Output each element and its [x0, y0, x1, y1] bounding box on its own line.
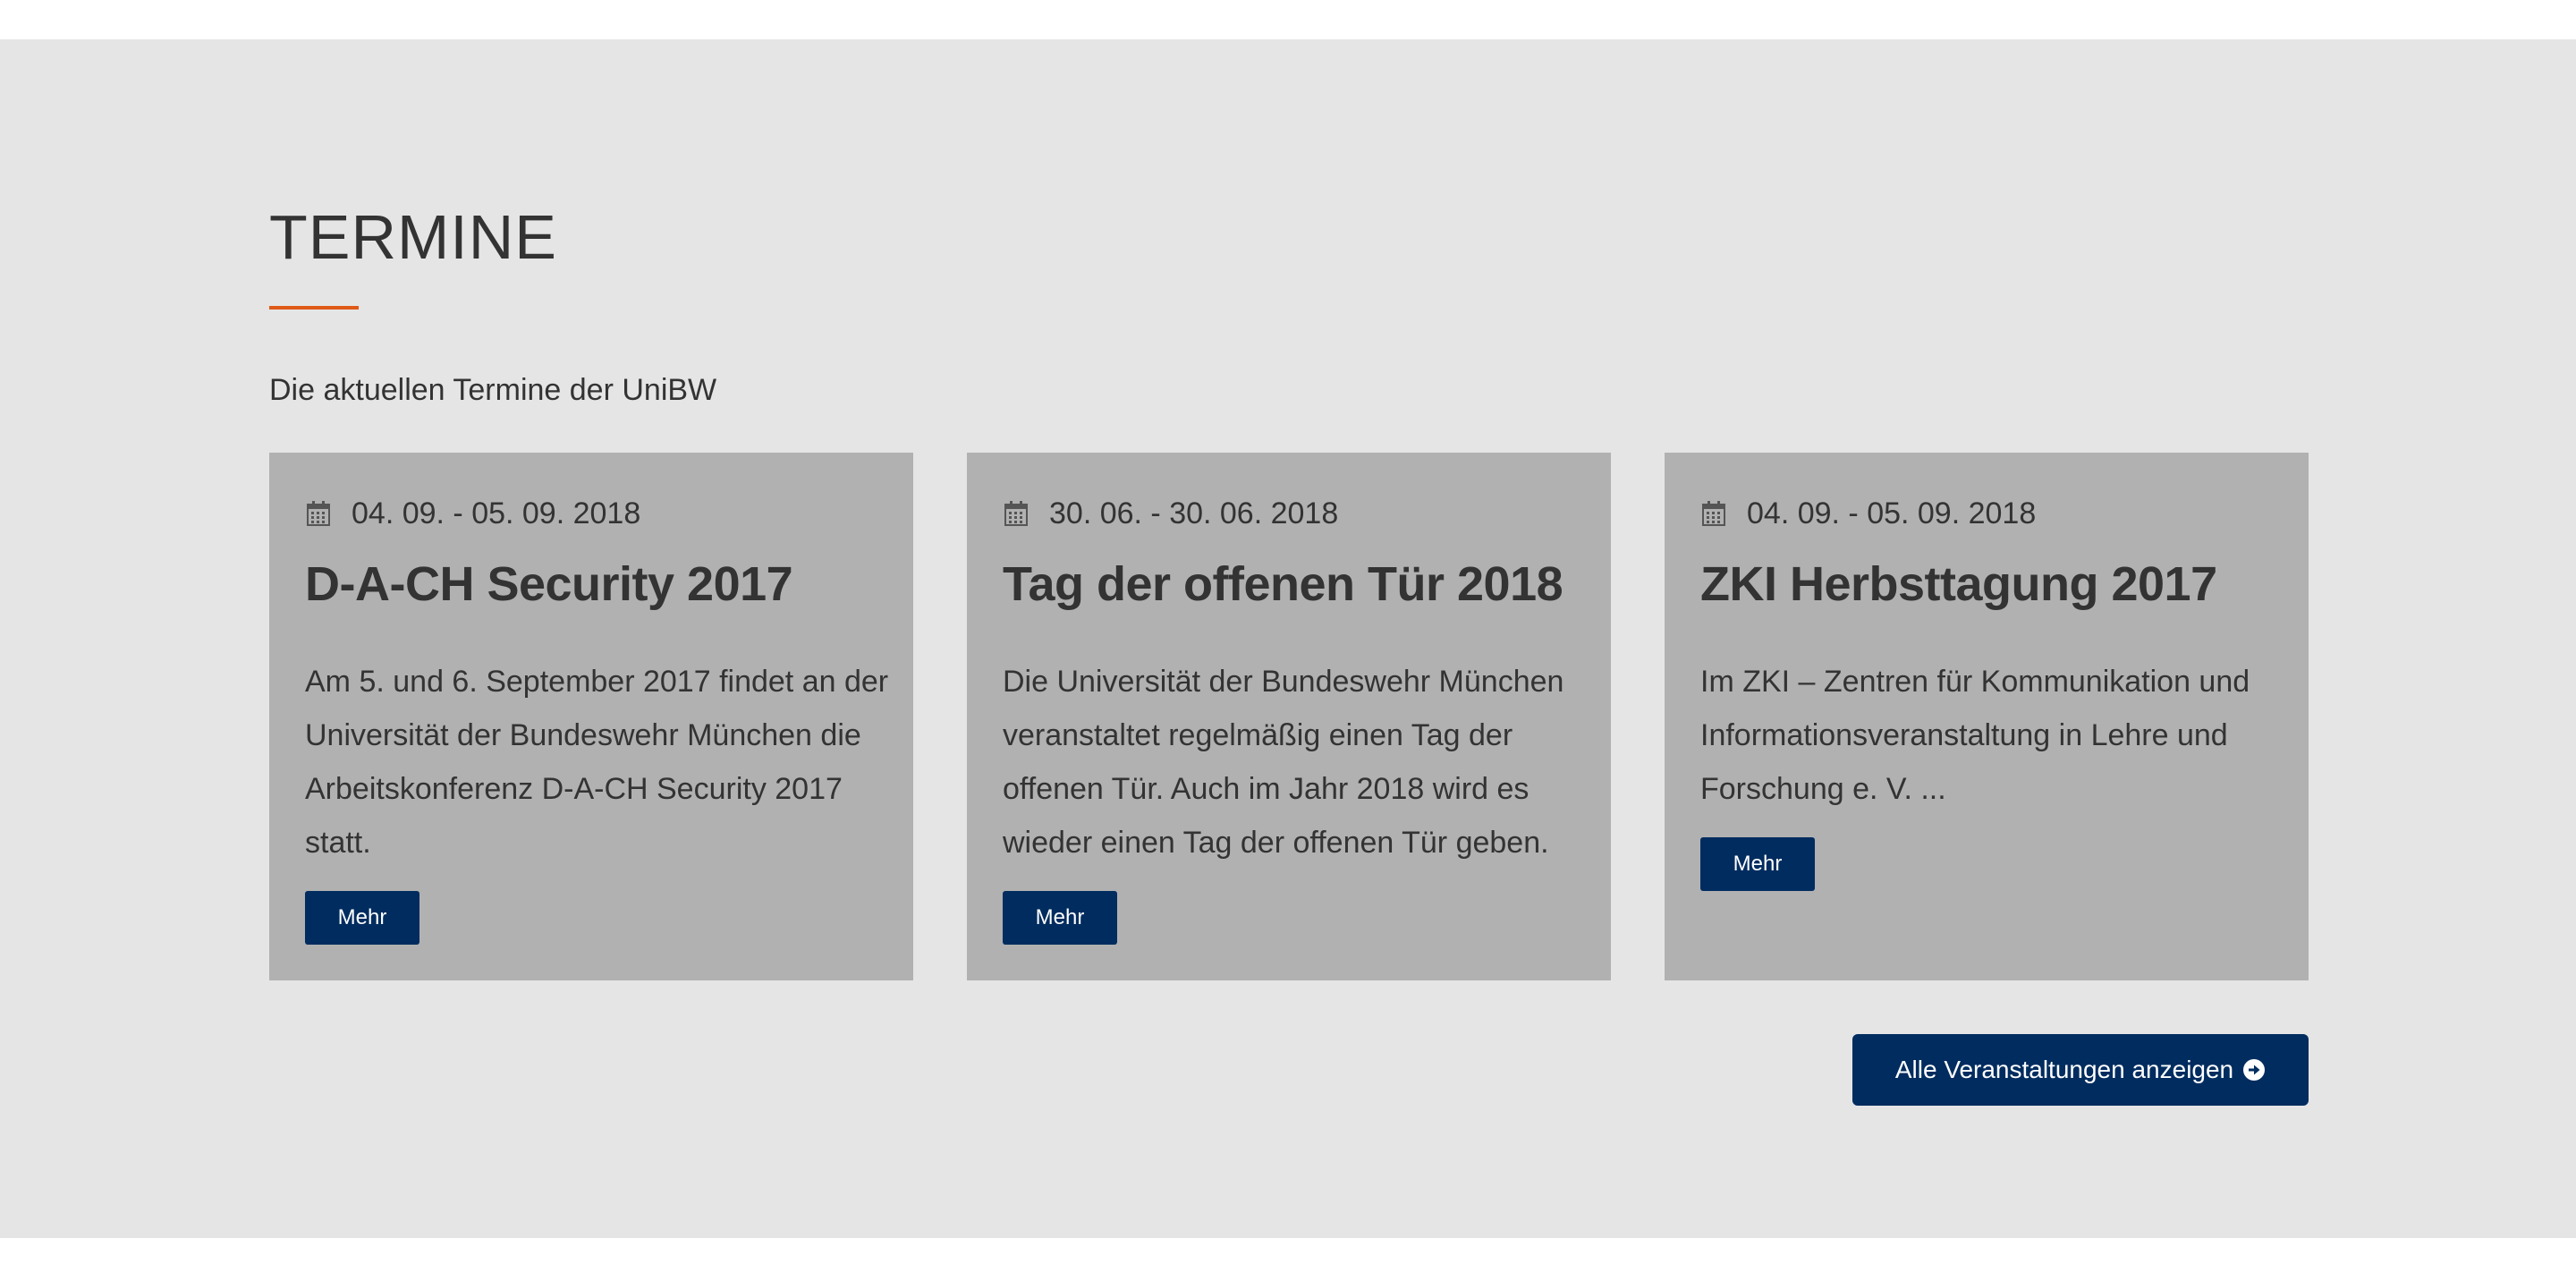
section-subtitle: Die aktuellen Termine der UniBW	[269, 373, 717, 407]
more-button[interactable]: Mehr	[1003, 891, 1117, 945]
event-date: 04. 09. - 05. 09. 2018	[352, 496, 641, 530]
more-button[interactable]: Mehr	[1700, 837, 1815, 891]
event-description: Im ZKI – Zentren für Kommunikation und I…	[1700, 665, 2250, 806]
event-date-row: 04. 09. - 05. 09. 2018	[1702, 494, 2036, 533]
event-card: 04. 09. - 05. 09. 2018 D-A-CH Security 2…	[269, 453, 913, 980]
arrow-circle-right-icon	[2242, 1058, 2266, 1082]
events-container: TERMINE Die aktuellen Termine der UniBW	[269, 39, 2309, 1238]
event-date: 04. 09. - 05. 09. 2018	[1747, 496, 2037, 530]
event-title[interactable]: D-A-CH Security 2017	[305, 556, 892, 612]
event-description: Die Universität der Bundeswehr München v…	[1003, 665, 1564, 860]
events-section: TERMINE Die aktuellen Termine der UniBW	[0, 39, 2576, 1238]
event-description: Am 5. und 6. September 2017 findet an de…	[305, 665, 889, 860]
calendar-icon	[307, 501, 330, 526]
event-date-row: 04. 09. - 05. 09. 2018	[307, 494, 640, 533]
event-date: 30. 06. - 30. 06. 2018	[1049, 496, 1339, 530]
calendar-icon	[1004, 501, 1028, 526]
all-events-label: Alle Veranstaltungen anzeigen	[1894, 1056, 2234, 1083]
title-underline	[269, 306, 359, 310]
event-card: 04. 09. - 05. 09. 2018 ZKI Herbsttagung …	[1665, 453, 2309, 980]
all-events-button[interactable]: Alle Veranstaltungen anzeigen	[1852, 1034, 2309, 1106]
calendar-icon	[1702, 501, 1725, 526]
event-card: 30. 06. - 30. 06. 2018 Tag der offenen T…	[967, 453, 1611, 980]
section-title: TERMINE	[269, 202, 557, 272]
event-title[interactable]: Tag der offenen Tür 2018	[1003, 556, 1589, 612]
event-cards: 04. 09. - 05. 09. 2018 D-A-CH Security 2…	[269, 453, 2309, 980]
event-date-row: 30. 06. - 30. 06. 2018	[1004, 494, 1338, 533]
more-button[interactable]: Mehr	[305, 891, 419, 945]
event-title[interactable]: ZKI Herbsttagung 2017	[1700, 556, 2287, 612]
